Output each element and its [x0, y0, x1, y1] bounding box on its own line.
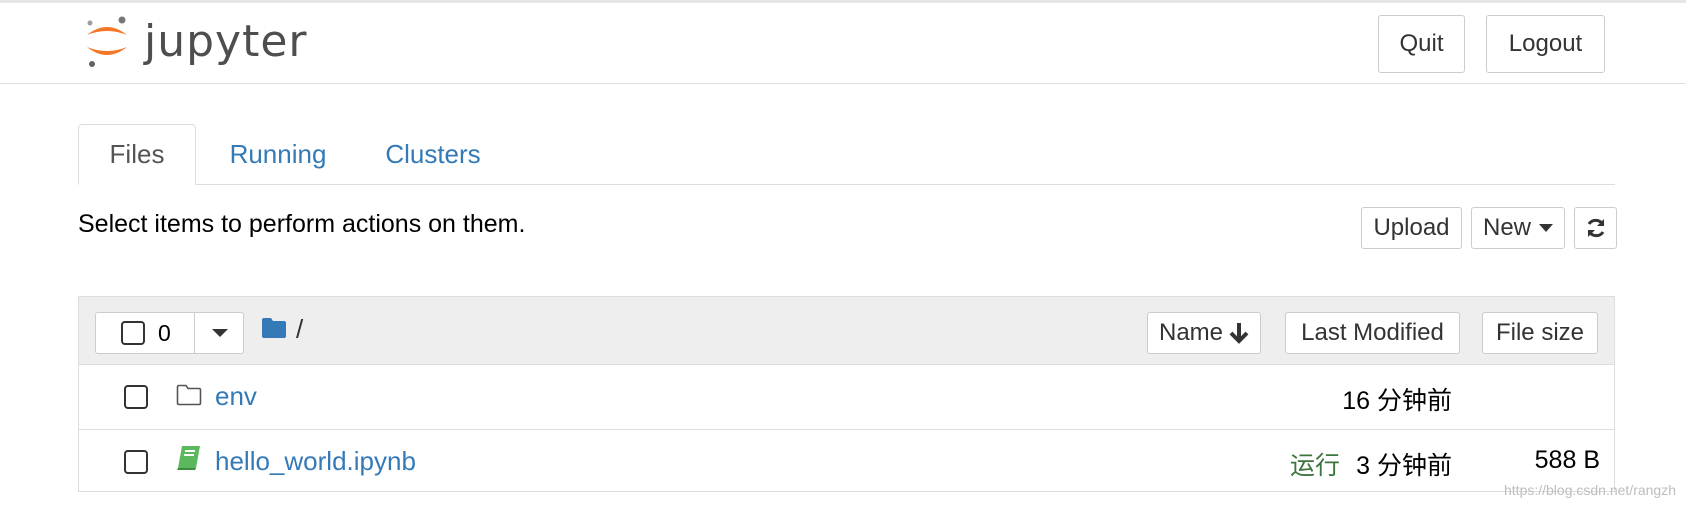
tab-clusters[interactable]: Clusters	[368, 124, 498, 184]
tab-running[interactable]: Running	[218, 124, 338, 184]
header: jupyter Quit Logout	[0, 3, 1686, 84]
caret-down-icon	[212, 329, 228, 337]
select-hint: Select items to perform actions on them.	[78, 210, 526, 238]
notebook-icon	[177, 446, 200, 470]
running-indicator: 运行	[1290, 452, 1341, 480]
jupyter-logo-icon	[87, 16, 127, 67]
refresh-icon	[1587, 218, 1604, 238]
caret-down-icon	[1539, 224, 1553, 232]
item-last-modified: 3 分钟前	[1356, 452, 1452, 480]
quit-button[interactable]: Quit	[1378, 15, 1465, 73]
select-all-checkbox[interactable]	[121, 321, 145, 345]
logo-text: jupyter	[144, 15, 308, 67]
sort-file-size-button[interactable]: File size	[1482, 312, 1598, 354]
item-file-size: 588 B	[1534, 446, 1600, 474]
jupyter-logo[interactable]: jupyter	[84, 13, 308, 69]
select-all-group: 0	[95, 312, 244, 354]
list-item[interactable]: hello_world.ipynb 运行 3 分钟前 588 B	[79, 429, 1614, 493]
list-header: 0 / Name Last Modified File size	[79, 297, 1614, 365]
item-last-modified: 16 分钟前	[1342, 387, 1452, 415]
sort-last-modified-button[interactable]: Last Modified	[1285, 312, 1460, 354]
tab-files[interactable]: Files	[78, 124, 196, 185]
watermark: https://blog.csdn.net/rangzh	[1504, 482, 1676, 498]
arrow-down-icon	[1229, 323, 1249, 344]
refresh-button[interactable]	[1574, 207, 1617, 249]
item-checkbox[interactable]	[124, 450, 148, 474]
new-button-label: New	[1482, 214, 1531, 241]
new-button[interactable]: New	[1471, 207, 1565, 249]
file-list: 0 / Name Last Modified File size env 16 …	[78, 296, 1615, 492]
select-dropdown-button[interactable]	[194, 313, 245, 353]
selected-count: 0	[158, 320, 171, 346]
logout-button[interactable]: Logout	[1486, 15, 1605, 73]
item-checkbox[interactable]	[124, 385, 148, 409]
item-name-link[interactable]: hello_world.ipynb	[215, 446, 416, 477]
sort-name-label: Name	[1158, 319, 1224, 346]
upload-button[interactable]: Upload	[1361, 207, 1462, 249]
item-name-link[interactable]: env	[215, 381, 257, 412]
list-item[interactable]: env 16 分钟前	[79, 365, 1614, 429]
tab-bar: Files Running Clusters	[78, 124, 1615, 185]
sort-name-button[interactable]: Name	[1147, 312, 1261, 354]
folder-outline-icon	[176, 384, 202, 406]
breadcrumb-root[interactable]: /	[296, 314, 303, 345]
folder-icon[interactable]	[261, 317, 287, 339]
